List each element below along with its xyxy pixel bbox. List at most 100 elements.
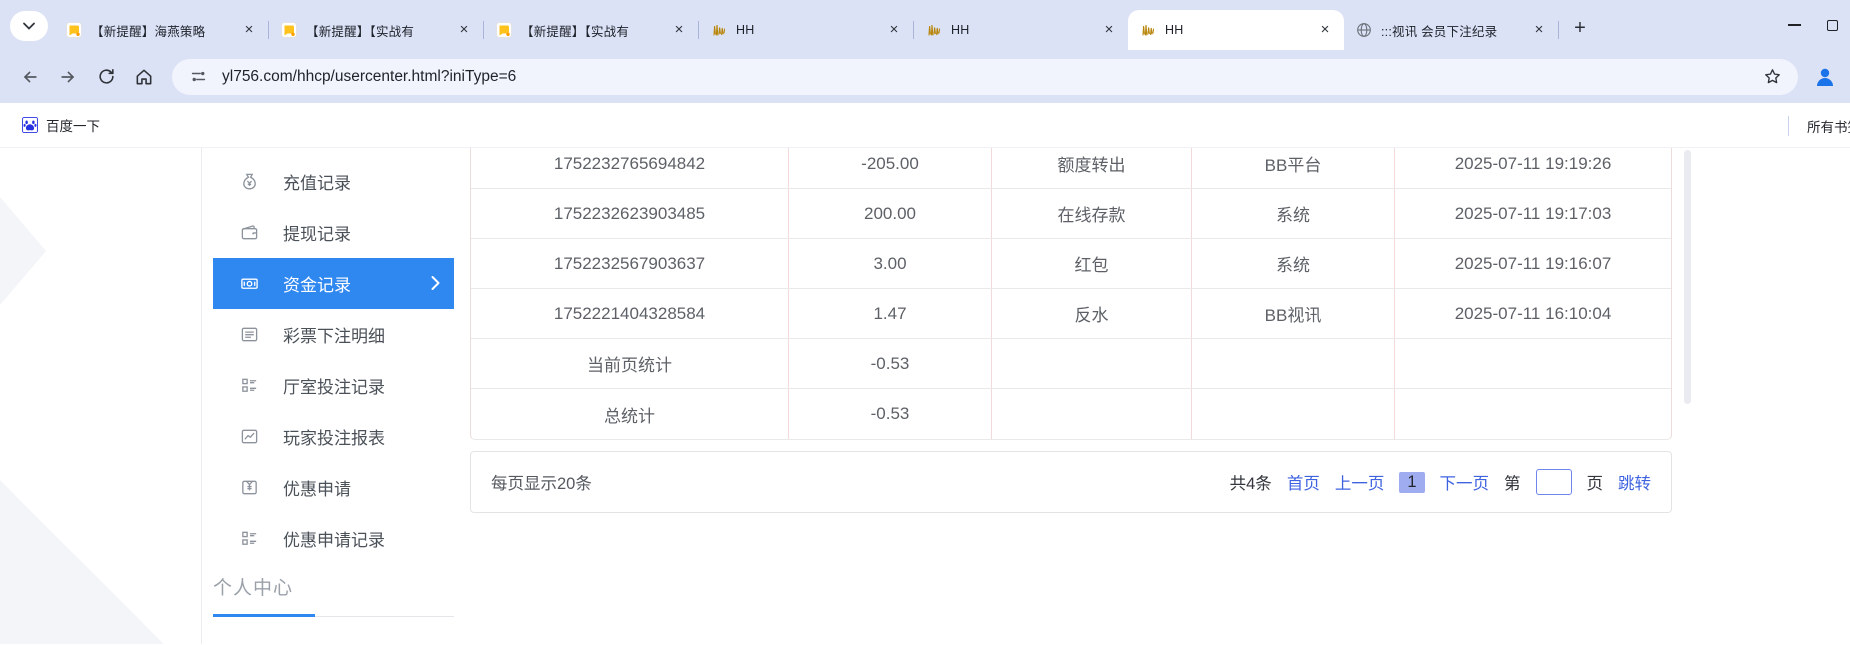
tab-title: HH <box>1165 23 1184 37</box>
list-icon <box>242 531 257 545</box>
address-bar[interactable]: yl756.com/hhcp/usercenter.html?iniType=6 <box>172 58 1798 95</box>
summary-amount: -0.53 <box>789 339 992 388</box>
bookmark-baidu[interactable]: 百度一下 <box>14 110 108 140</box>
sidebar-item-label: 玩家投注报表 <box>283 429 385 448</box>
pagination-controls: 共4条 首页 上一页 1 下一页 第 页 跳转 <box>1230 469 1651 495</box>
sidebar-item-player-bet-report[interactable]: 玩家投注报表 <box>213 411 454 462</box>
profile-button[interactable] <box>1810 62 1840 92</box>
tab-video-records[interactable]: :::视讯 会员下注纪录 × <box>1344 10 1558 50</box>
minimize-button[interactable] <box>1788 24 1801 26</box>
empty-cell <box>1395 339 1671 388</box>
cell-order-id: 1752221404328584 <box>471 289 789 338</box>
window-controls <box>1788 0 1842 50</box>
cell-type: 反水 <box>992 289 1192 338</box>
table-row: 1752232567903637 3.00 红包 系统 2025-07-11 1… <box>471 239 1671 289</box>
back-button[interactable] <box>14 61 46 93</box>
gold-scribble-favicon <box>713 24 726 36</box>
browser-window: 【新提醒】海燕策略 × 【新提醒】【实战有 × 【新提醒】【实战有 × HH ×… <box>0 0 1850 645</box>
globe-icon <box>1357 23 1371 37</box>
close-icon[interactable]: × <box>240 21 258 39</box>
maximize-button[interactable] <box>1827 19 1838 31</box>
close-icon[interactable]: × <box>1530 21 1548 39</box>
baidu-paw-icon <box>22 117 38 133</box>
sidebar-item-promo-apply[interactable]: 优惠申请 <box>213 462 454 513</box>
tab-hh-active[interactable]: HH × <box>1128 10 1344 50</box>
tab-hh-1[interactable]: HH × <box>699 10 913 50</box>
close-icon[interactable]: × <box>670 21 688 39</box>
bookmarks-overflow: 所有书签 <box>1788 103 1850 148</box>
tab-forum-2[interactable]: 【新提醒】【实战有 × <box>269 10 483 50</box>
sidebar-item-withdraw-records[interactable]: 提现记录 <box>213 207 454 258</box>
cell-amount: 200.00 <box>789 189 992 238</box>
close-icon[interactable]: × <box>1100 21 1118 39</box>
bookmark-star-button[interactable] <box>1758 63 1786 91</box>
close-icon[interactable]: × <box>1316 21 1334 39</box>
tab-search-button[interactable] <box>10 11 48 41</box>
empty-cell <box>1192 339 1395 388</box>
cell-order-id: 1752232765694842 <box>471 148 789 188</box>
empty-cell <box>992 339 1192 388</box>
reload-icon <box>98 68 114 84</box>
prev-page-link[interactable]: 上一页 <box>1335 470 1385 494</box>
sidebar-item-label: 优惠申请记录 <box>283 531 385 550</box>
sidebar-item-label: 资金记录 <box>283 276 351 295</box>
tune-icon <box>191 71 205 82</box>
page-size-text: 每页显示20条 <box>491 475 592 493</box>
cell-type: 在线存款 <box>992 189 1192 238</box>
browser-toolbar: yl756.com/hhcp/usercenter.html?iniType=6 <box>0 50 1850 103</box>
close-icon[interactable]: × <box>455 21 473 39</box>
forward-button[interactable] <box>52 61 84 93</box>
sidebar-item-label: 优惠申请 <box>283 480 351 499</box>
sidebar-item-hall-bet-records[interactable]: 厅室投注记录 <box>213 360 454 411</box>
new-tab-button[interactable]: + <box>1565 13 1595 43</box>
back-arrow-icon <box>24 71 37 82</box>
user-center-sidebar: 充值记录 提现记录 资金记录 彩票下注明细 厅室投注记录 玩家投注报表 优惠申请… <box>213 156 454 618</box>
sidebar-item-promo-apply-records[interactable]: 优惠申请记录 <box>213 513 454 564</box>
jump-suffix-label: 页 <box>1586 475 1604 493</box>
gold-scribble-favicon <box>1142 24 1155 36</box>
pagination-bar: 每页显示20条 共4条 首页 上一页 1 下一页 第 页 跳转 <box>470 451 1672 513</box>
cell-platform: BB视讯 <box>1192 289 1395 338</box>
star-icon <box>1764 69 1780 84</box>
tab-forum-1[interactable]: 【新提醒】海燕策略 × <box>54 10 268 50</box>
page-jump-input[interactable] <box>1535 469 1572 495</box>
sidebar-item-fund-records[interactable]: 资金记录 <box>213 258 454 309</box>
tab-title: 【新提醒】海燕策略 <box>91 24 206 39</box>
next-page-link[interactable]: 下一页 <box>1440 470 1490 494</box>
coupon-icon <box>242 480 257 495</box>
current-page-badge: 1 <box>1399 471 1425 493</box>
forum-favicon <box>496 22 512 38</box>
first-page-link[interactable]: 首页 <box>1287 470 1320 494</box>
tab-hh-2[interactable]: HH × <box>914 10 1128 50</box>
jump-button[interactable]: 跳转 <box>1618 470 1651 494</box>
cell-amount: 1.47 <box>789 289 992 338</box>
scrollbar-thumb[interactable] <box>1684 150 1691 404</box>
cell-time: 2025-07-11 19:19:26 <box>1454 153 1612 173</box>
tab-title: HH <box>736 23 755 37</box>
cell-time: 2025-07-11 19:16:07 <box>1454 253 1612 273</box>
close-icon[interactable]: × <box>885 21 903 39</box>
wallet-icon <box>241 225 258 240</box>
money-bag-icon <box>243 173 256 190</box>
jump-prefix-label: 第 <box>1504 475 1521 493</box>
profile-avatar-icon <box>1817 68 1833 86</box>
summary-label: 当前页统计 <box>471 339 789 388</box>
summary-row-current-page: 当前页统计 -0.53 <box>471 339 1671 389</box>
forum-favicon <box>281 22 297 38</box>
cell-type: 额度转出 <box>992 148 1192 188</box>
cell-amount: -205.00 <box>789 148 992 188</box>
section-underline <box>213 614 454 618</box>
url-input[interactable]: yl756.com/hhcp/usercenter.html?iniType=6 <box>222 68 1758 86</box>
all-bookmarks-label[interactable]: 所有书签 <box>1807 116 1850 136</box>
sidebar-item-deposit-records[interactable]: 充值记录 <box>213 156 454 207</box>
chevron-right-icon <box>431 276 440 290</box>
tab-forum-3[interactable]: 【新提醒】【实战有 × <box>484 10 698 50</box>
chevron-down-icon <box>23 22 35 30</box>
cell-time: 2025-07-11 16:10:04 <box>1454 303 1612 323</box>
sidebar-item-lottery-bet-details[interactable]: 彩票下注明细 <box>213 309 454 360</box>
home-button[interactable] <box>128 61 160 93</box>
cell-type: 红包 <box>992 239 1192 288</box>
site-settings-button[interactable] <box>184 63 212 91</box>
cell-order-id: 1752232623903485 <box>471 189 789 238</box>
reload-button[interactable] <box>90 61 122 93</box>
